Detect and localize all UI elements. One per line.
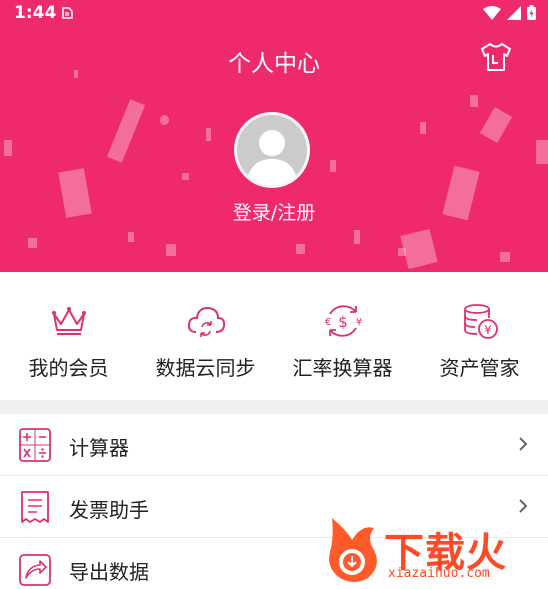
status-icons xyxy=(483,5,536,20)
svg-text:$: $ xyxy=(338,313,348,331)
export-icon xyxy=(19,554,51,586)
quick-action-currency-converter[interactable]: $ € ¥ 汇率换算器 xyxy=(274,300,411,381)
watermark-url: xiazaihuo.com xyxy=(388,566,490,581)
crown-icon xyxy=(51,307,86,335)
quick-action-membership[interactable]: 我的会员 xyxy=(0,300,137,381)
status-bar: 1:44 xyxy=(0,0,548,26)
flame-logo-icon xyxy=(329,518,377,582)
quick-action-cloud-sync[interactable]: 数据云同步 xyxy=(137,300,274,381)
calculator-icon xyxy=(19,428,51,462)
page-title: 个人中心 xyxy=(228,51,320,77)
receipt-icon xyxy=(21,491,49,523)
quick-action-label: 汇率换算器 xyxy=(292,356,393,380)
quick-action-label: 数据云同步 xyxy=(155,356,256,380)
quick-actions: 我的会员 数据云同步 $ € ¥ 汇率换算器 ¥ 资产管家 xyxy=(0,272,548,400)
currency-exchange-icon: $ € ¥ xyxy=(324,305,362,337)
section-divider xyxy=(0,400,548,414)
wifi-icon xyxy=(483,5,501,20)
quick-action-label: 我的会员 xyxy=(28,356,109,380)
login-register-link[interactable]: 登录/注册 xyxy=(0,198,548,225)
quick-action-label: 资产管家 xyxy=(439,356,520,380)
signal-icon xyxy=(507,5,521,20)
tshirt-icon[interactable] xyxy=(478,41,514,73)
menu-item-label: 导出数据 xyxy=(69,560,149,584)
watermark-logo: 下载火 xiazaihuo.com xyxy=(322,516,544,588)
notification-icon xyxy=(60,5,74,24)
quick-action-asset-manager[interactable]: ¥ 资产管家 xyxy=(411,300,548,381)
chevron-right-icon xyxy=(519,437,528,451)
svg-text:€: € xyxy=(324,317,330,328)
cloud-sync-icon xyxy=(187,306,225,337)
menu-item-label: 计算器 xyxy=(69,436,129,460)
svg-text:¥: ¥ xyxy=(484,323,492,337)
coins-icon: ¥ xyxy=(463,304,498,339)
status-time: 1:44 xyxy=(14,3,57,23)
menu-item-label: 发票助手 xyxy=(69,498,149,522)
profile-header: 1:44 个人中心 登录/注册 xyxy=(0,0,548,272)
chevron-right-icon xyxy=(519,499,528,513)
battery-icon xyxy=(527,5,536,20)
menu-item-calculator[interactable]: 计算器 xyxy=(0,414,548,476)
svg-text:¥: ¥ xyxy=(355,317,361,328)
user-avatar-icon[interactable] xyxy=(234,112,310,188)
